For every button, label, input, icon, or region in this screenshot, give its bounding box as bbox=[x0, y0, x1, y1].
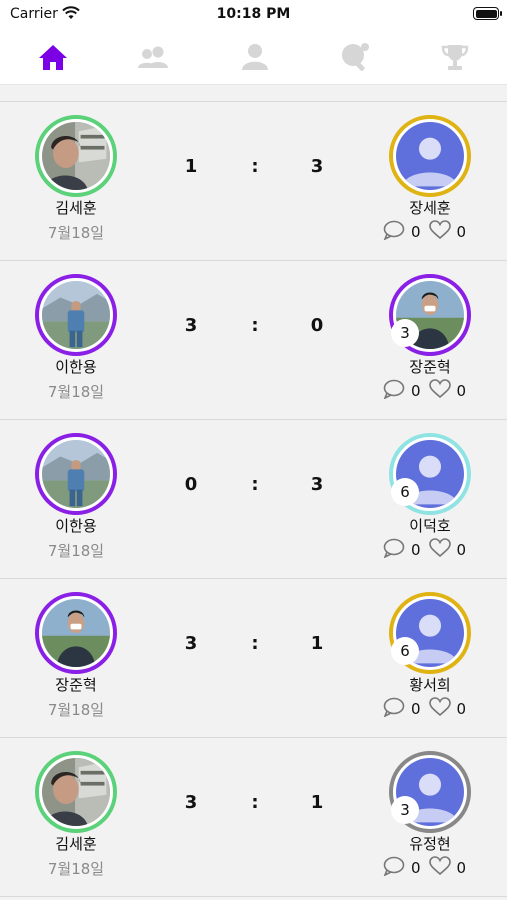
heart-icon[interactable] bbox=[428, 856, 451, 880]
user-photo bbox=[42, 440, 110, 508]
match-row[interactable]: 이한용 7월18일 3 : 0 3 장준혁 0 0 bbox=[0, 260, 507, 419]
score-left: 3 bbox=[184, 792, 198, 813]
score-right: 1 bbox=[310, 633, 324, 654]
player-avatar-left[interactable] bbox=[35, 751, 117, 833]
match-row[interactable]: 김세훈 7월18일 1 : 3 장세훈 0 0 bbox=[0, 101, 507, 260]
player-avatar-left[interactable] bbox=[35, 115, 117, 197]
score-separator: : bbox=[251, 156, 259, 177]
tab-friends[interactable] bbox=[136, 40, 170, 74]
user-photo bbox=[42, 758, 110, 826]
match-list: 김세훈 7월18일 1 : 3 장세훈 0 0 이한용 7월18일 3 : 0 … bbox=[0, 101, 507, 897]
player-name-left: 이한용 bbox=[55, 358, 97, 376]
status-bar: Carrier 10:18 PM bbox=[0, 0, 507, 30]
player-avatar-left[interactable] bbox=[35, 274, 117, 356]
match-row[interactable]: 김세훈 7월18일 3 : 1 3 유정현 0 0 bbox=[0, 737, 507, 897]
player-name-right: 황서희 bbox=[409, 676, 451, 694]
match-date: 7월18일 bbox=[47, 224, 105, 242]
score-separator: : bbox=[251, 474, 259, 495]
profile-icon bbox=[242, 44, 268, 70]
comment-count: 0 bbox=[411, 382, 421, 400]
player-name-right: 유정현 bbox=[409, 835, 451, 853]
score-separator: : bbox=[251, 792, 259, 813]
score-right: 1 bbox=[310, 792, 324, 813]
match-row[interactable]: 장준혁 7월18일 3 : 1 6 황서희 0 0 bbox=[0, 578, 507, 737]
score-left: 3 bbox=[184, 315, 198, 336]
score-right: 3 bbox=[310, 156, 324, 177]
match-date: 7월18일 bbox=[47, 383, 105, 401]
player-name-left: 김세훈 bbox=[55, 199, 97, 217]
player-name-right: 장세훈 bbox=[409, 199, 451, 217]
comment-count: 0 bbox=[411, 700, 421, 718]
player-avatar-left[interactable] bbox=[35, 433, 117, 515]
score-separator: : bbox=[251, 633, 259, 654]
level-badge: 6 bbox=[391, 637, 419, 665]
comment-icon[interactable] bbox=[383, 220, 405, 244]
player-name-left: 장준혁 bbox=[55, 676, 97, 694]
default-avatar-icon bbox=[396, 122, 464, 190]
social-counts: 0 0 bbox=[383, 697, 474, 721]
table-tennis-icon bbox=[342, 43, 369, 71]
player-avatar-right[interactable] bbox=[389, 115, 471, 197]
user-photo bbox=[42, 122, 110, 190]
like-count: 0 bbox=[456, 223, 467, 241]
comment-count: 0 bbox=[411, 541, 421, 559]
match-row[interactable]: 이한용 7월18일 0 : 3 6 이덕호 0 0 bbox=[0, 419, 507, 578]
trophy-icon bbox=[441, 45, 469, 70]
heart-icon[interactable] bbox=[428, 538, 451, 562]
player-name-right: 장준혁 bbox=[409, 358, 451, 376]
tab-trophy[interactable] bbox=[438, 40, 472, 74]
like-count: 0 bbox=[456, 700, 467, 718]
score-left: 3 bbox=[184, 633, 198, 654]
battery-icon bbox=[473, 7, 502, 20]
home-icon bbox=[39, 45, 67, 70]
level-badge: 3 bbox=[391, 319, 419, 347]
like-count: 0 bbox=[456, 382, 467, 400]
like-count: 0 bbox=[456, 541, 467, 559]
tab-home[interactable] bbox=[36, 40, 70, 74]
tab-bar bbox=[0, 30, 507, 85]
player-name-left: 이한용 bbox=[55, 517, 97, 535]
comment-count: 0 bbox=[411, 859, 421, 877]
tab-profile[interactable] bbox=[238, 40, 272, 74]
level-badge: 3 bbox=[391, 796, 419, 824]
social-counts: 0 0 bbox=[383, 538, 474, 562]
tab-table-tennis[interactable] bbox=[338, 40, 372, 74]
user-photo bbox=[42, 281, 110, 349]
score-right: 0 bbox=[310, 315, 324, 336]
comment-icon[interactable] bbox=[383, 697, 405, 721]
heart-icon[interactable] bbox=[428, 697, 451, 721]
heart-icon[interactable] bbox=[428, 220, 451, 244]
player-avatar-left[interactable] bbox=[35, 592, 117, 674]
clock: 10:18 PM bbox=[216, 6, 291, 22]
like-count: 0 bbox=[456, 859, 467, 877]
player-name-left: 김세훈 bbox=[55, 835, 97, 853]
score-left: 0 bbox=[184, 474, 198, 495]
heart-icon[interactable] bbox=[428, 379, 451, 403]
player-name-right: 이덕호 bbox=[409, 517, 451, 535]
comment-icon[interactable] bbox=[383, 856, 405, 880]
user-photo bbox=[42, 599, 110, 667]
level-badge: 6 bbox=[391, 478, 419, 506]
match-date: 7월18일 bbox=[47, 860, 105, 878]
social-counts: 0 0 bbox=[383, 856, 474, 880]
social-counts: 0 0 bbox=[383, 379, 474, 403]
score-left: 1 bbox=[184, 156, 198, 177]
comment-count: 0 bbox=[411, 223, 421, 241]
friends-icon bbox=[138, 46, 168, 68]
comment-icon[interactable] bbox=[383, 379, 405, 403]
match-date: 7월18일 bbox=[47, 542, 105, 560]
score-separator: : bbox=[251, 315, 259, 336]
match-date: 7월18일 bbox=[47, 701, 105, 719]
comment-icon[interactable] bbox=[383, 538, 405, 562]
score-right: 3 bbox=[310, 474, 324, 495]
social-counts: 0 0 bbox=[383, 220, 474, 244]
